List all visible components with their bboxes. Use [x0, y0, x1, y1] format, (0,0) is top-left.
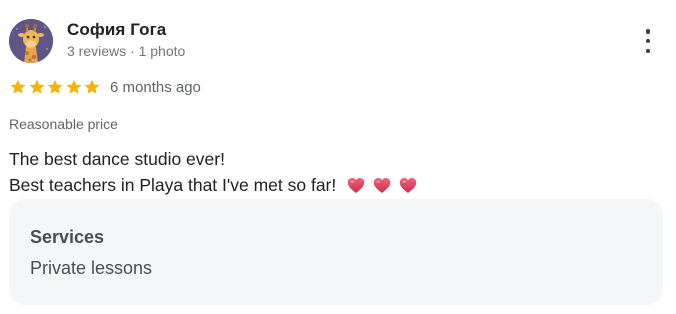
reviewer-meta: 3 reviews · 1 photo	[67, 43, 186, 59]
giraffe-avatar-icon	[9, 19, 53, 63]
avatar[interactable]	[9, 19, 53, 63]
review-text-line: The best dance studio ever!	[9, 149, 225, 169]
heart-icon	[399, 178, 417, 193]
review-text-content: Best teachers in Playa that I've met so …	[9, 175, 337, 195]
services-value: Private lessons	[30, 258, 153, 278]
star-icon	[47, 79, 63, 94]
review-card: София Гога 3 reviews · 1 photo 6 months …	[0, 0, 676, 314]
star-icon	[66, 79, 81, 94]
star-icon	[84, 79, 100, 94]
reviewer-name[interactable]: София Гога	[67, 20, 166, 40]
star-rating	[9, 78, 102, 96]
heart-emojis	[347, 177, 417, 194]
services-box: Services Private lessons	[9, 199, 663, 305]
heart-icon	[347, 178, 365, 193]
star-icon	[29, 79, 44, 94]
more-vert-icon[interactable]	[636, 26, 660, 56]
review-time: 6 months ago	[110, 79, 201, 96]
star-icon	[10, 79, 26, 94]
review-text-line: Best teachers in Playa that I've met so …	[9, 175, 417, 196]
heart-icon	[373, 178, 391, 193]
services-title: Services	[30, 227, 105, 247]
review-tag: Reasonable price	[9, 116, 118, 132]
